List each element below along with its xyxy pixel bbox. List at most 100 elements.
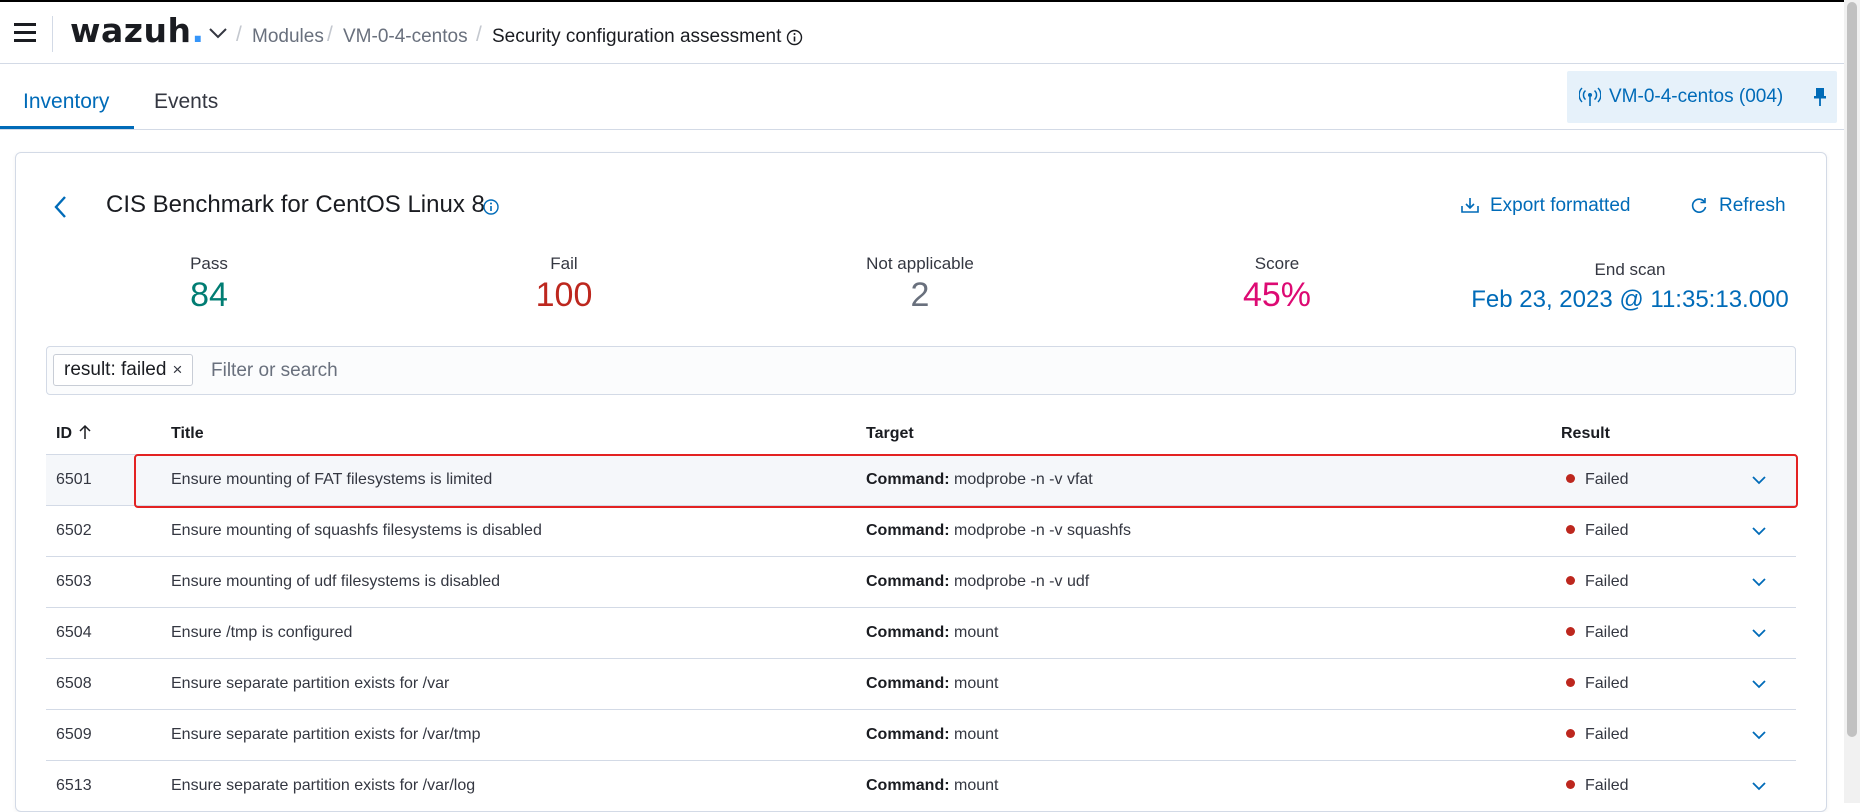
cell-title: Ensure separate partition exists for /va… <box>171 760 866 812</box>
status-dot <box>1566 473 1575 483</box>
cell-title: Ensure mounting of FAT filesystems is li… <box>171 454 866 506</box>
target-value: modprobe -n -v udf <box>954 572 1090 590</box>
active-tab-indicator <box>0 126 134 129</box>
pin-icon[interactable] <box>1813 87 1827 107</box>
chevron-down-icon[interactable] <box>1751 679 1767 689</box>
cell-id: 6503 <box>46 556 171 608</box>
info-icon[interactable] <box>786 29 803 46</box>
stat-not-applicable-label: Not applicable <box>866 254 974 273</box>
cell-expand[interactable] <box>1751 760 1796 812</box>
stat-score-value: 45% <box>1242 276 1312 314</box>
target-value: mount <box>954 623 999 641</box>
cell-expand[interactable] <box>1751 709 1796 761</box>
cell-expand[interactable] <box>1751 607 1796 659</box>
breadcrumb-separator: / <box>476 23 482 46</box>
table-row[interactable]: 6513 Ensure separate partition exists for… <box>46 760 1796 812</box>
table-row[interactable]: 6504 Ensure /tmp is configured Command: mo… <box>46 607 1796 659</box>
back-arrow-icon[interactable] <box>51 194 71 220</box>
table-row[interactable]: 6502 Ensure mounting of squashfs filesyst… <box>46 505 1796 557</box>
cell-target: Command: modprobe -n -v vfat <box>866 454 1561 506</box>
cell-target: Command: mount <box>866 760 1561 812</box>
policy-title: CIS Benchmark for CentOS Linux 8 <box>106 191 485 218</box>
tab-events[interactable]: Events <box>154 90 218 114</box>
target-label: Command: <box>866 572 950 590</box>
scrollbar-thumb[interactable] <box>1847 2 1857 737</box>
refresh-label: Refresh <box>1719 195 1786 216</box>
result-label: Failed <box>1585 725 1629 743</box>
result-label: Failed <box>1585 470 1629 488</box>
cell-target: Command: mount <box>866 607 1561 659</box>
cell-expand[interactable] <box>1751 505 1796 557</box>
cell-expand[interactable] <box>1751 454 1796 506</box>
refresh-icon <box>1691 198 1707 213</box>
scrollbar[interactable] <box>1844 0 1860 803</box>
search-input[interactable] <box>211 355 1771 387</box>
result-label: Failed <box>1585 623 1629 641</box>
stat-pass: Pass 84 <box>129 254 289 315</box>
cell-title: Ensure mounting of squashfs filesystems … <box>171 505 866 557</box>
cell-target: Command: modprobe -n -v squashfs <box>866 505 1561 557</box>
cell-result: Failed <box>1561 454 1751 506</box>
table-row[interactable]: 6508 Ensure separate partition exists for… <box>46 658 1796 710</box>
cell-result: Failed <box>1561 505 1751 557</box>
column-header-expand <box>1751 414 1796 455</box>
cell-id: 6513 <box>46 760 171 812</box>
status-dot <box>1566 626 1575 636</box>
cell-expand[interactable] <box>1751 556 1796 608</box>
column-header-id[interactable]: ID <box>46 414 171 455</box>
stat-end-scan-value: Feb 23, 2023 @ 11:35:13.000 <box>1471 286 1789 313</box>
target-label: Command: <box>866 776 950 794</box>
status-dot <box>1566 524 1575 534</box>
table-row[interactable]: 6503 Ensure mounting of udf filesystems i… <box>46 556 1796 608</box>
chevron-down-icon[interactable] <box>1751 577 1767 587</box>
tab-inventory[interactable]: Inventory <box>23 90 109 114</box>
stat-score: Score 45% <box>1197 254 1357 315</box>
column-header-title[interactable]: Title <box>171 414 866 455</box>
stat-pass-value: 84 <box>190 276 228 314</box>
target-label: Command: <box>866 470 950 488</box>
cell-title: Ensure separate partition exists for /va… <box>171 658 866 710</box>
chevron-down-icon[interactable] <box>1751 526 1767 536</box>
table-header-row: ID Title Target Result <box>46 414 1796 455</box>
target-value: modprobe -n -v vfat <box>954 470 1093 488</box>
target-label: Command: <box>866 725 950 743</box>
chevron-down-icon[interactable] <box>1751 628 1767 638</box>
status-dot <box>1566 728 1575 738</box>
breadcrumb-agent[interactable]: VM-0-4-centos <box>343 26 468 48</box>
cell-title: Ensure separate partition exists for /va… <box>171 709 866 761</box>
target-label: Command: <box>866 623 950 641</box>
cell-target: Command: modprobe -n -v udf <box>866 556 1561 608</box>
cell-id: 6504 <box>46 607 171 659</box>
chevron-down-icon[interactable] <box>1751 781 1767 791</box>
status-dot <box>1566 575 1575 585</box>
cell-id: 6501 <box>46 454 171 506</box>
column-header-target[interactable]: Target <box>866 414 1561 455</box>
column-header-result[interactable]: Result <box>1561 414 1751 455</box>
download-icon <box>1461 198 1479 213</box>
hamburger-menu-icon[interactable] <box>14 23 36 43</box>
wazuh-logo[interactable]: wazuh. <box>70 11 205 50</box>
cell-result: Failed <box>1561 658 1751 710</box>
close-icon[interactable]: × <box>172 360 182 380</box>
chevron-down-icon[interactable] <box>1751 730 1767 740</box>
chevron-down-icon[interactable] <box>208 26 228 40</box>
divider <box>52 16 53 52</box>
target-value: mount <box>954 725 999 743</box>
target-value: modprobe -n -v squashfs <box>954 521 1131 539</box>
filter-pill-result-failed[interactable]: result: failed × <box>53 354 194 386</box>
stat-end-scan-label: End scan <box>1594 260 1666 279</box>
agent-badge[interactable]: VM-0-4-centos (004) <box>1567 71 1837 123</box>
cell-expand[interactable] <box>1751 658 1796 710</box>
target-value: mount <box>954 674 999 692</box>
table-row[interactable]: 6501 Ensure mounting of FAT filesystems i… <box>46 454 1796 506</box>
breadcrumb-separator: / <box>236 23 242 46</box>
stat-fail-label: Fail <box>550 254 578 273</box>
cell-title: Ensure /tmp is configured <box>171 607 866 659</box>
target-label: Command: <box>866 674 950 692</box>
table-row[interactable]: 6509 Ensure separate partition exists for… <box>46 709 1796 761</box>
result-label: Failed <box>1585 572 1629 590</box>
chevron-down-icon[interactable] <box>1751 475 1767 485</box>
cell-title: Ensure mounting of udf filesystems is di… <box>171 556 866 608</box>
info-icon[interactable] <box>482 198 500 216</box>
breadcrumb-modules[interactable]: Modules <box>252 26 324 48</box>
